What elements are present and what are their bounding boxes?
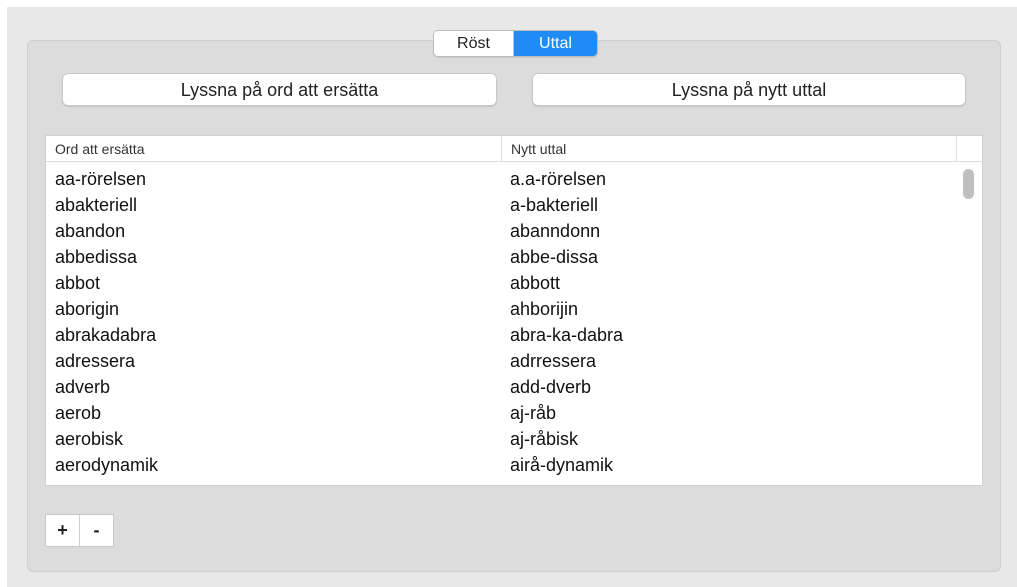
table-row[interactable]: aerob aj-råb <box>46 400 956 426</box>
word-cell: aa-rörelsen <box>55 169 147 189</box>
word-cell: aerodynamik <box>55 455 159 475</box>
pronunciation-cell: aj-råb <box>510 403 557 423</box>
listen-original-word-button[interactable]: Lyssna på ord att ersätta <box>62 73 497 106</box>
table-row[interactable]: abandon abanndonn <box>46 218 956 244</box>
word-cell: aerob <box>55 403 102 423</box>
pronunciation-cell: ahborijin <box>510 299 579 319</box>
pronunciation-cell: airå-dynamik <box>510 455 614 475</box>
pronunciation-cell: a.a-rörelsen <box>510 169 607 189</box>
word-cell: aerobisk <box>55 429 124 449</box>
pronunciation-cell: abbe-dissa <box>510 247 599 267</box>
voice-pronunciation-segmented-control[interactable]: Röst Uttal <box>433 30 598 57</box>
word-cell: abbot <box>55 273 101 293</box>
word-cell: aborigin <box>55 299 120 319</box>
pronunciation-cell: abbott <box>510 273 561 293</box>
add-button[interactable]: + <box>46 515 80 546</box>
table-row[interactable]: aerobisk aj-råbisk <box>46 426 956 452</box>
word-cell: abbedissa <box>55 247 138 267</box>
table-row[interactable]: aerodynamik airå-dynamik <box>46 452 956 478</box>
word-cell: adverb <box>55 377 111 397</box>
table-row[interactable]: aa-rörelsen a.a-rörelsen <box>46 166 956 192</box>
table-row[interactable]: adverb add-dverb <box>46 374 956 400</box>
table-row[interactable]: abbedissa abbe-dissa <box>46 244 956 270</box>
word-cell: adressera <box>55 351 136 371</box>
column-header-pronunciation[interactable]: Nytt uttal <box>501 136 956 161</box>
table-row[interactable]: abrakadabra abra-ka-dabra <box>46 322 956 348</box>
pronunciation-cell: add-dverb <box>510 377 592 397</box>
remove-button[interactable]: - <box>80 515 113 546</box>
tab-uttal[interactable]: Uttal <box>514 31 597 56</box>
add-remove-control: + - <box>45 514 114 547</box>
pronunciation-cell: aj-råbisk <box>510 429 579 449</box>
vertical-scrollbar[interactable] <box>963 169 974 199</box>
table-row[interactable]: aborigin ahborijin <box>46 296 956 322</box>
word-cell: abandon <box>55 221 126 241</box>
table-header: Ord att ersätta Nytt uttal <box>46 136 982 162</box>
listen-new-pronunciation-button[interactable]: Lyssna på nytt uttal <box>532 73 966 106</box>
column-header-empty <box>956 136 982 161</box>
pronunciation-table[interactable]: Ord att ersätta Nytt uttal aa-rörelsen a.… <box>45 135 983 486</box>
table-body: aa-rörelsen a.a-rörelsen abakteriell a-bakt… <box>46 166 956 478</box>
table-row[interactable]: abbot abbott <box>46 270 956 296</box>
table-row[interactable]: adressera adrressera <box>46 348 956 374</box>
table-row[interactable]: abakteriell a-bakteriell <box>46 192 956 218</box>
pronunciation-cell: abanndonn <box>510 221 601 241</box>
pronunciation-cell: adrressera <box>510 351 597 371</box>
tab-rost[interactable]: Röst <box>434 31 514 56</box>
pronunciation-cell: a-bakteriell <box>510 195 599 215</box>
column-header-word[interactable]: Ord att ersätta <box>46 136 501 161</box>
word-cell: abakteriell <box>55 195 138 215</box>
pronunciation-cell: abra-ka-dabra <box>510 325 624 345</box>
word-cell: abrakadabra <box>55 325 157 345</box>
